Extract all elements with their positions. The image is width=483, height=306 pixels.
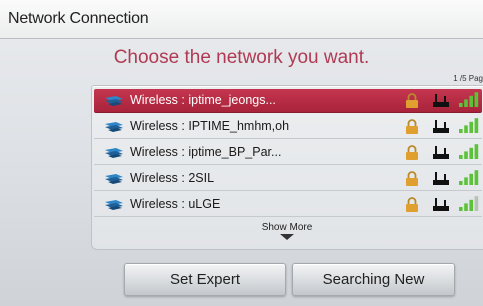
signal-strength-icon [459,92,479,107]
router-icon [433,120,449,133]
show-more-button[interactable]: Show More [91,222,483,240]
chevron-down-icon [280,234,294,240]
wifi-network-icon [105,122,123,132]
network-label: Wireless : 2SIL [130,171,215,185]
router-icon [433,198,449,211]
router-icon [433,172,449,185]
network-label: Wireless : iptime_jeongs... [130,93,276,107]
network-label: Wireless : uLGE [130,197,221,211]
page-indicator: 1 /5 Pag [453,74,483,83]
network-row[interactable]: Wireless : IPTIME_hmhm,oh [94,115,482,139]
network-label: Wireless : iptime_BP_Par... [130,145,282,159]
network-row[interactable]: Wireless : iptime_BP_Par... [94,141,482,165]
window-title: Network Connection [8,10,149,27]
network-label: Wireless : IPTIME_hmhm,oh [130,119,290,133]
router-icon [433,146,449,159]
signal-strength-icon [459,196,479,211]
network-row[interactable]: Wireless : uLGE [94,193,482,217]
wifi-network-icon [105,96,123,106]
wifi-network-icon [105,174,123,184]
wifi-network-icon [105,148,123,158]
network-connection-screen: Network Connection Choose the network yo… [0,0,483,306]
set-expert-button[interactable]: Set Expert [124,263,286,296]
searching-new-button[interactable]: Searching New [292,263,455,296]
lock-icon [406,171,418,186]
signal-strength-icon [459,144,479,159]
network-row[interactable]: Wireless : iptime_jeongs... [94,89,482,113]
show-more-label: Show More [261,222,313,233]
signal-strength-icon [459,170,479,185]
network-row[interactable]: Wireless : 2SIL [94,167,482,191]
router-icon [433,94,449,107]
wifi-network-icon [105,200,123,210]
lock-icon [406,93,418,108]
signal-strength-icon [459,118,479,133]
page-heading: Choose the network you want. [113,47,370,68]
lock-icon [406,197,418,212]
lock-icon [406,119,418,134]
title-bar: Network Connection [0,0,483,39]
lock-icon [406,145,418,160]
